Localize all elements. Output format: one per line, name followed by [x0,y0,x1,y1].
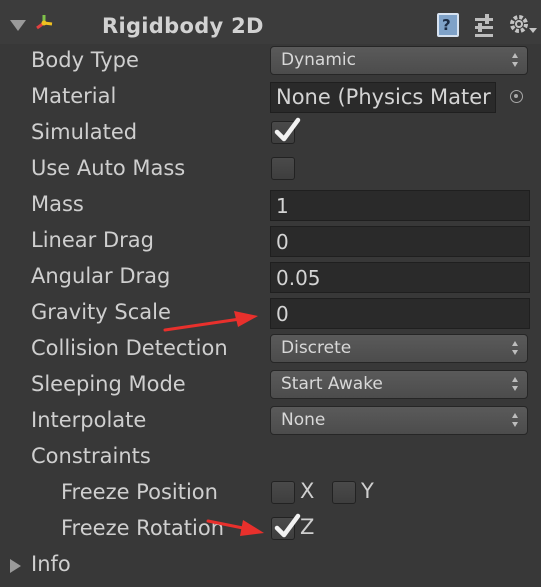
simulated-label: Simulated [31,120,138,144]
simulated-row: Simulated [0,116,541,152]
freeze-position-y-label: Y [361,479,374,503]
gravity-scale-label: Gravity Scale [31,300,171,324]
collision-detection-label: Collision Detection [31,336,228,360]
angular-drag-field[interactable]: 0.05 [270,262,530,293]
object-picker-icon[interactable] [510,90,523,103]
sleeping-mode-value: Start Awake [281,374,383,394]
mass-value: 1 [276,194,289,218]
checkmark-icon [274,117,301,142]
dropdown-arrow-icon [512,53,519,68]
freeze-rotation-z-checkbox[interactable] [271,513,301,540]
chevron-right-icon[interactable] [10,559,21,573]
component-header: Rigidbody 2D ? [0,0,541,44]
freeze-position-label: Freeze Position [61,480,218,504]
freeze-position-y-checkbox[interactable] [332,481,356,504]
material-field[interactable]: None (Physics Mater [270,82,496,113]
use-auto-mass-row: Use Auto Mass [0,152,541,188]
interpolate-dropdown[interactable]: None [270,406,528,435]
angular-drag-label: Angular Drag [31,264,171,288]
linear-drag-row: Linear Drag 0 [0,224,541,260]
material-label: Material [31,84,117,108]
material-row: Material None (Physics Mater [0,80,541,116]
simulated-checkbox[interactable] [271,117,301,144]
interpolate-value: None [281,410,326,430]
dropdown-arrow-icon [512,413,519,428]
freeze-rotation-label: Freeze Rotation [61,516,225,540]
dropdown-arrow-icon [512,377,519,392]
collision-detection-value: Discrete [281,338,352,358]
freeze-position-x-checkbox[interactable] [271,481,295,504]
material-value: None (Physics Mater [276,85,491,109]
mass-field[interactable]: 1 [270,190,530,221]
body-type-row: Body Type Dynamic [0,44,541,80]
info-label[interactable]: Info [31,552,71,576]
angular-drag-row: Angular Drag 0.05 [0,260,541,296]
gravity-scale-value: 0 [276,302,289,326]
body-type-value: Dynamic [281,50,356,70]
component-enabled-icon[interactable] [35,14,54,33]
collision-detection-row: Collision Detection Discrete [0,332,541,368]
help-icon[interactable]: ? [437,13,459,37]
freeze-rotation-row: Freeze Rotation Z [0,512,541,548]
use-auto-mass-checkbox[interactable] [271,157,295,180]
gravity-scale-row: Gravity Scale 0 [0,296,541,332]
use-auto-mass-label: Use Auto Mass [31,156,186,180]
freeze-rotation-z-label: Z [300,515,315,539]
mass-row: Mass 1 [0,188,541,224]
interpolate-row: Interpolate None [0,404,541,440]
dropdown-arrow-icon [512,341,519,356]
gravity-scale-field[interactable]: 0 [270,298,530,329]
body-type-label: Body Type [31,48,139,72]
mass-label: Mass [31,192,84,216]
component-title: Rigidbody 2D [102,14,264,38]
info-row[interactable]: Info [0,548,541,584]
chevron-down-icon[interactable] [10,20,26,31]
freeze-position-x-label: X [300,479,315,503]
gear-icon[interactable] [508,13,538,39]
body-type-dropdown[interactable]: Dynamic [270,46,528,75]
checkmark-icon [274,513,301,538]
linear-drag-value: 0 [276,230,289,254]
angular-drag-value: 0.05 [276,266,321,290]
freeze-position-row: Freeze Position X Y [0,476,541,512]
collision-detection-dropdown[interactable]: Discrete [270,334,528,363]
constraints-label[interactable]: Constraints [31,444,151,468]
constraints-row[interactable]: Constraints [0,440,541,476]
sleeping-mode-row: Sleeping Mode Start Awake [0,368,541,404]
sleeping-mode-label: Sleeping Mode [31,372,186,396]
preset-icon[interactable] [473,13,497,39]
linear-drag-field[interactable]: 0 [270,226,530,257]
interpolate-label: Interpolate [31,408,147,432]
sleeping-mode-dropdown[interactable]: Start Awake [270,370,528,399]
linear-drag-label: Linear Drag [31,228,154,252]
